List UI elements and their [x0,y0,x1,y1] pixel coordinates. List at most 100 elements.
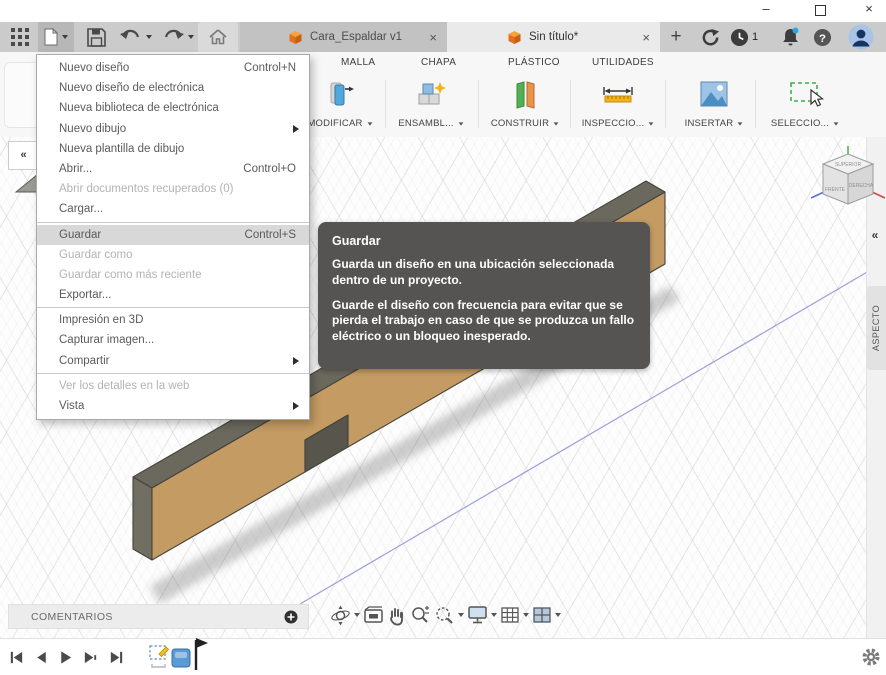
help-icon[interactable]: ? [808,22,836,52]
redo-caret-icon[interactable] [188,35,194,39]
viewports-caret-icon[interactable] [555,613,561,617]
file-menu-button[interactable] [38,22,74,52]
close-icon[interactable]: × [861,2,877,16]
orbit-caret-icon[interactable] [354,613,360,617]
dropdown-caret-icon [458,122,464,126]
group-label: INSPECCIO... [581,118,645,129]
display-settings-caret-icon[interactable] [491,613,497,617]
menu-item-impresion-3d[interactable]: Impresión en 3D [37,310,309,330]
ribbon-group-inspeccionar[interactable]: INSPECCIO... [571,76,665,129]
submenu-arrow-icon [293,356,299,365]
menu-item-capturar-imagen[interactable]: Capturar imagen... [37,330,309,350]
group-label: CONSTRUIR [490,118,550,129]
menu-item-exportar[interactable]: Exportar... [37,285,309,305]
pan-icon[interactable] [387,605,407,626]
viewcube-top-label: SUPERIOR [835,162,862,168]
ribbon-group-ensamblar[interactable]: ENSAMBL... [384,76,478,129]
dropdown-caret-icon [737,122,743,126]
comments-label: COMENTARIOS [31,610,113,623]
menu-item-guardar[interactable]: Guardar Control+S [37,224,309,245]
menu-item-ver-detalles-web: Ver los detalles en la web [59,379,190,392]
select-icon [758,76,852,112]
redo-button[interactable] [158,22,198,52]
job-status-icon[interactable] [727,22,751,52]
ribbon-tab-utilidades[interactable]: UTILIDADES [592,57,654,71]
menu-item-nuevo-dibujo[interactable]: Nuevo dibujo [37,119,309,139]
menu-item-nueva-biblioteca[interactable]: Nueva biblioteca de electrónica [37,98,309,118]
menu-item-compartir[interactable]: Compartir [37,351,309,371]
menu-separator [37,372,309,374]
viewcube[interactable]: SUPERIOR FRENTE DERECHA [810,146,886,220]
timeline-marker-icon[interactable] [170,636,210,674]
display-settings-icon[interactable] [467,605,488,625]
avatar[interactable] [844,22,878,52]
go-to-end-icon[interactable] [108,649,125,666]
menu-item-cargar[interactable]: Cargar... [37,199,309,219]
document-tab-label: Sin título* [529,31,579,43]
submenu-arrow-icon [293,402,299,410]
undo-button[interactable] [116,22,156,52]
aspect-panel-tab[interactable]: ASPECTO [867,286,886,370]
job-count-badge: 1 [751,31,759,43]
dropdown-caret-icon [833,122,839,126]
menu-item-guardar-como: Guardar como [59,248,133,261]
group-label: ENSAMBL... [398,118,454,129]
menu-item-vista[interactable]: Vista [37,396,309,416]
orbit-icon[interactable] [330,605,351,626]
menu-item-nuevo-diseno-electronica[interactable]: Nuevo diseño de electrónica [37,78,309,98]
notifications-bell-icon[interactable] [776,22,804,52]
group-label: INSERTAR [684,118,734,129]
save-button[interactable] [82,22,110,52]
home-button[interactable] [198,22,238,52]
go-to-start-icon[interactable] [8,649,25,666]
menu-item-guardar-como-reciente: Guardar como más reciente [59,268,202,281]
file-menu-caret-icon [62,35,68,39]
menu-item-nuevo-diseno[interactable]: Nuevo diseño Control+N [37,58,309,78]
zoom-window-icon[interactable] [434,605,455,626]
assemble-icon [384,76,478,112]
menu-item-nueva-plantilla[interactable]: Nueva plantilla de dibujo [37,139,309,159]
document-tab-active[interactable]: Sin título* × [447,22,660,52]
menu-item-abrir[interactable]: Abrir... Control+O [37,159,309,179]
x-axis-icon [871,191,886,199]
ribbon-group-construir[interactable]: CONSTRUIR [478,76,572,129]
collapse-right-icon[interactable]: « [865,228,885,244]
document-tab[interactable]: Cara_Espaldar v1 × [240,22,447,52]
extensions-icon[interactable] [696,22,724,52]
add-comment-icon[interactable] [284,610,298,624]
new-tab-button[interactable]: + [662,22,690,52]
ribbon-tab-chapa[interactable]: CHAPA [421,57,456,71]
comments-bar[interactable]: COMENTARIOS [8,604,309,629]
tab-close-icon[interactable]: × [642,30,650,45]
grid-snap-caret-icon[interactable] [523,613,529,617]
guardar-tooltip: Guardar Guarda un diseño en una ubicació… [318,222,650,369]
ribbon-group-insertar[interactable]: INSERTAR [667,76,761,129]
ribbon-group-seleccionar[interactable]: SELECCIO... [758,76,852,129]
file-menu: Nuevo diseño Control+N Nuevo diseño de el… [36,54,310,421]
viewports-icon[interactable] [532,605,552,625]
group-label: SELECCIO... [770,118,830,129]
app-grid-icon[interactable] [6,22,34,52]
measure-icon [571,76,665,112]
settings-gear-icon[interactable] [860,646,882,668]
look-at-icon[interactable] [363,605,384,625]
dropdown-caret-icon [648,122,654,126]
submenu-arrow-icon [293,124,299,133]
maximize-icon[interactable] [815,5,826,16]
zoom-icon[interactable] [410,605,431,626]
group-label: MODIFICAR [307,118,363,129]
grid-snap-icon[interactable] [500,605,520,625]
step-back-icon[interactable] [34,649,49,666]
z-axis-icon [810,191,825,199]
collapse-browser-icon[interactable]: « [8,141,39,170]
minimize-icon[interactable]: – [758,2,774,16]
document-tab-label: Cara_Espaldar v1 [310,31,403,43]
ribbon-tab-plastico[interactable]: PLÁSTICO [508,57,560,71]
zoom-window-caret-icon[interactable] [458,613,464,617]
ribbon-tab-malla[interactable]: MALLA [341,57,375,71]
undo-caret-icon[interactable] [146,35,152,39]
step-forward-icon[interactable] [82,649,99,666]
tab-close-icon[interactable]: × [429,30,437,45]
timeline-feature-icon[interactable] [148,644,172,670]
play-icon[interactable] [58,649,73,666]
